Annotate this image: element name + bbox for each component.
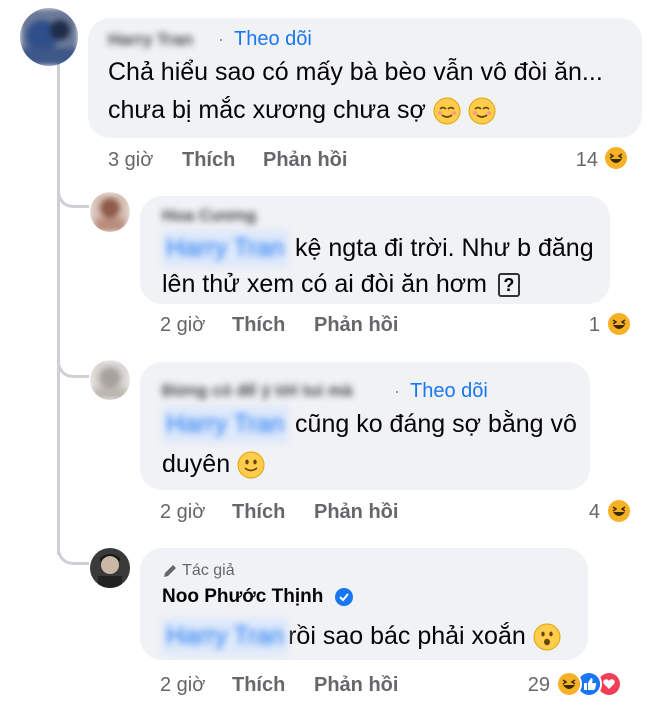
reply-button[interactable]: Phản hồi xyxy=(263,149,347,172)
like-button[interactable]: Thích xyxy=(232,674,285,697)
comment-line: Chả hiểu sao có mấy bà bèo vẫn vô đòi ăn… xyxy=(108,58,603,86)
reply-button[interactable]: Phản hồi xyxy=(314,674,398,697)
commenter-name-text: Noo Phước Thịnh xyxy=(162,586,324,607)
separator-dot: · xyxy=(218,29,224,49)
like-button[interactable]: Thích xyxy=(182,149,235,172)
comment-line: rồi sao bác phải xoắn xyxy=(288,622,526,650)
comment-time[interactable]: 3 giờ xyxy=(108,149,153,172)
commenter-name[interactable]: Hoa Cương xyxy=(162,206,256,226)
pencil-icon xyxy=(164,564,176,577)
comment-text: Harry Tran rồi sao bác phải xoắn xyxy=(162,618,561,655)
comment-text: duyên xyxy=(162,446,265,483)
comment-text: lên thử xem có ai đòi ăn hơm ? xyxy=(162,266,520,303)
thread-elbow xyxy=(57,340,89,378)
mention-tag[interactable]: Harry Tran xyxy=(162,406,289,443)
commenter-name[interactable]: Harry Tran xyxy=(108,30,193,50)
haha-reaction-icon xyxy=(606,311,632,337)
reaction-count[interactable]: 29 xyxy=(510,674,550,697)
like-button[interactable]: Thích xyxy=(232,314,285,337)
comment-line: chưa bị mắc xương chưa sợ xyxy=(108,96,426,124)
haha-reaction-icon xyxy=(606,498,632,524)
relieved-emoji xyxy=(468,97,496,125)
follow-link[interactable]: Theo dõi xyxy=(410,380,488,403)
comment-line: duyên xyxy=(162,450,231,478)
comment-time[interactable]: 2 giờ xyxy=(160,314,205,337)
author-badge-label: Tác giả xyxy=(182,562,235,579)
haha-reaction-icon xyxy=(603,145,629,171)
like-button[interactable]: Thích xyxy=(232,501,285,524)
comment-text: chưa bị mắc xương chưa sợ xyxy=(108,92,496,129)
comment-text: Harry Tran kệ ngta đi trời. Như b đăng xyxy=(162,230,594,267)
follow-link[interactable]: Theo dõi xyxy=(234,28,312,51)
avatar[interactable] xyxy=(90,360,130,400)
reply-button[interactable]: Phản hồi xyxy=(314,314,398,337)
thread-line xyxy=(57,60,60,555)
mention-tag[interactable]: Harry Tran xyxy=(162,230,289,267)
relieved-emoji xyxy=(433,97,461,125)
reaction-count[interactable]: 4 xyxy=(570,501,600,524)
thread-elbow xyxy=(57,520,89,565)
comment-line: cũng ko đáng sợ bằng vô xyxy=(295,410,577,438)
comment-time[interactable]: 2 giờ xyxy=(160,501,205,524)
commenter-name[interactable]: Đừng có để ý tới tui mà xyxy=(162,381,353,401)
commenter-name[interactable]: Noo Phước Thịnh xyxy=(162,586,353,608)
avatar[interactable] xyxy=(20,8,78,66)
haha-reaction-icon xyxy=(556,671,582,697)
unknown-glyph-icon: ? xyxy=(497,273,520,298)
comment-line: lên thử xem có ai đòi ăn hơm xyxy=(162,270,487,298)
separator-dot: · xyxy=(394,381,400,401)
avatar[interactable] xyxy=(90,548,130,588)
comment-line: kệ ngta đi trời. Như b đăng xyxy=(295,234,594,262)
author-badge: Tác giả xyxy=(162,562,235,580)
reaction-count[interactable]: 1 xyxy=(570,314,600,337)
mention-tag[interactable]: Harry Tran xyxy=(162,618,289,655)
comment-time[interactable]: 2 giờ xyxy=(160,674,205,697)
avatar[interactable] xyxy=(90,192,130,232)
reply-button[interactable]: Phản hồi xyxy=(314,501,398,524)
hushed-emoji xyxy=(533,623,561,651)
comment-text: Harry Tran cũng ko đáng sợ bằng vô xyxy=(162,406,577,443)
comment-text: Chả hiểu sao có mấy bà bèo vẫn vô đòi ăn… xyxy=(108,54,603,91)
reaction-count[interactable]: 14 xyxy=(560,149,598,172)
verified-icon xyxy=(334,587,353,606)
slight-smile-emoji xyxy=(237,451,265,479)
thread-elbow xyxy=(57,170,89,208)
